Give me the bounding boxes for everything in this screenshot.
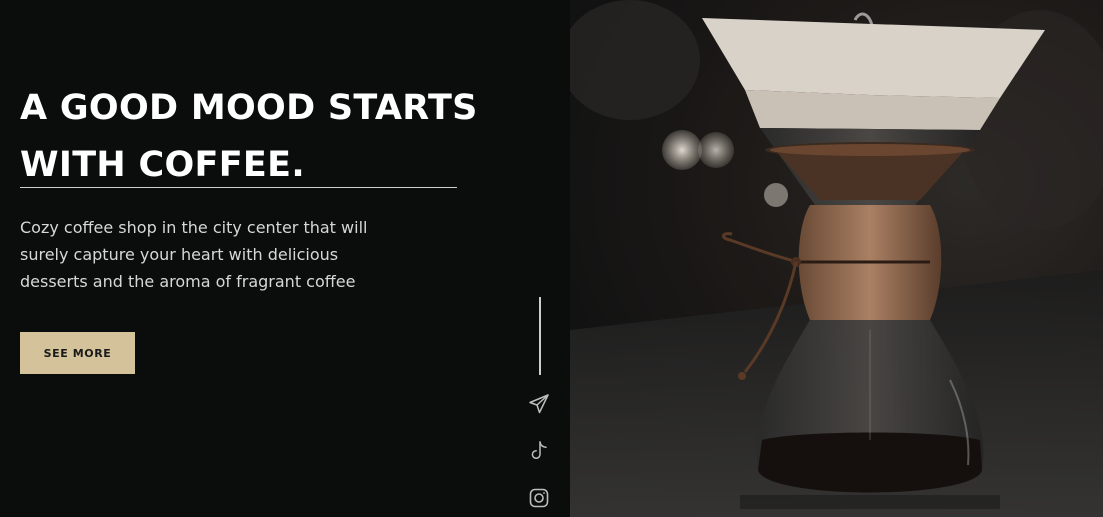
hero-headline: A GOOD MOOD STARTS WITH COFFEE. bbox=[20, 80, 480, 194]
headline-divider bbox=[20, 187, 457, 188]
social-divider-line bbox=[539, 297, 541, 375]
tiktok-icon[interactable] bbox=[526, 438, 552, 464]
telegram-icon[interactable] bbox=[526, 391, 552, 417]
headline-line-2: WITH COFFEE. bbox=[20, 145, 305, 185]
hero-description: Cozy coffee shop in the city center that… bbox=[20, 218, 368, 291]
hero-content: A GOOD MOOD STARTS WITH COFFEE. Cozy cof… bbox=[0, 0, 570, 517]
coffee-photo bbox=[570, 0, 1103, 517]
headline-line-1: A GOOD MOOD STARTS bbox=[20, 88, 478, 128]
see-more-button[interactable]: SEE MORE bbox=[20, 332, 135, 374]
chemex-illustration bbox=[570, 0, 1103, 517]
instagram-icon[interactable] bbox=[526, 485, 552, 511]
